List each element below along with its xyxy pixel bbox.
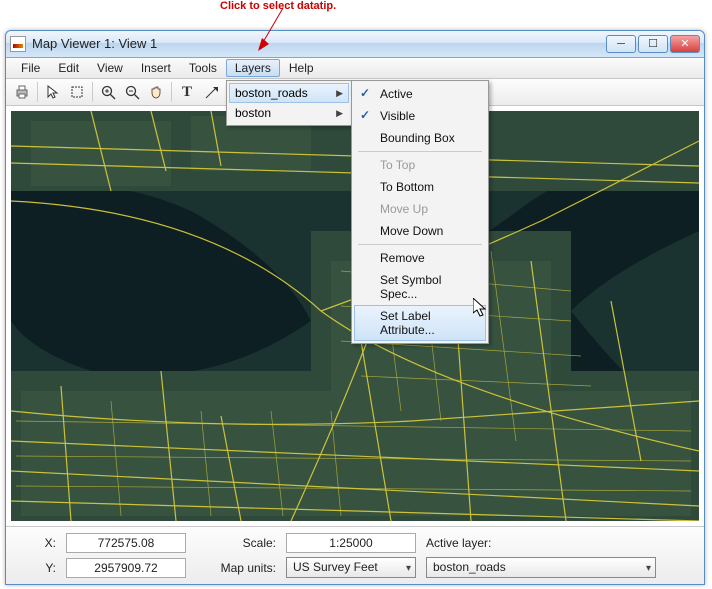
- ctx-set-symbol-spec[interactable]: Set Symbol Spec...: [354, 269, 486, 305]
- window-title: Map Viewer 1: View 1: [32, 36, 606, 51]
- menu-view[interactable]: View: [88, 59, 132, 77]
- check-icon: ✓: [360, 108, 370, 122]
- active-layer-select[interactable]: boston_roads: [426, 557, 656, 578]
- menu-tools[interactable]: Tools: [180, 59, 226, 77]
- y-value-field: 2957909.72: [66, 558, 186, 578]
- mouse-cursor-icon: [473, 298, 489, 318]
- insert-arrow-icon[interactable]: [200, 81, 222, 103]
- active-layer-label: Active layer:: [426, 536, 516, 550]
- ctx-set-label-attribute[interactable]: Set Label Attribute...: [354, 305, 486, 341]
- menu-edit[interactable]: Edit: [49, 59, 88, 77]
- ctx-to-bottom[interactable]: To Bottom: [354, 176, 486, 198]
- menu-insert[interactable]: Insert: [132, 59, 180, 77]
- minimize-button[interactable]: ─: [606, 35, 636, 53]
- menubar: File Edit View Insert Tools Layers Help: [6, 58, 704, 79]
- maximize-button[interactable]: ☐: [638, 35, 668, 53]
- ctx-bounding-box[interactable]: Bounding Box: [354, 127, 486, 149]
- layer-context-menu: ✓ Active ✓ Visible Bounding Box To Top T…: [351, 80, 489, 344]
- submenu-arrow-icon: ▶: [336, 88, 343, 99]
- zoom-out-icon[interactable]: [121, 81, 143, 103]
- x-label: X:: [26, 536, 56, 550]
- ctx-label: Active: [380, 87, 413, 101]
- ctx-remove[interactable]: Remove: [354, 247, 486, 269]
- pointer-icon[interactable]: [42, 81, 64, 103]
- toolbar-separator: [37, 82, 38, 102]
- menu-help[interactable]: Help: [280, 59, 323, 77]
- toolbar-separator: [171, 82, 172, 102]
- ctx-active[interactable]: ✓ Active: [354, 83, 486, 105]
- ctx-label: Remove: [380, 251, 425, 265]
- marquee-select-icon[interactable]: [66, 81, 88, 103]
- menu-layers[interactable]: Layers: [226, 59, 280, 77]
- ctx-label: Bounding Box: [380, 131, 455, 145]
- x-value-field: 772575.08: [66, 533, 186, 553]
- menu-separator: [358, 244, 482, 245]
- ctx-label: Move Down: [380, 224, 443, 238]
- ctx-label: Set Label Attribute...: [380, 309, 435, 337]
- app-icon: [10, 36, 26, 52]
- ctx-to-top: To Top: [354, 154, 486, 176]
- layers-submenu: boston_roads ▶ boston ▶: [226, 80, 352, 126]
- close-button[interactable]: ✕: [670, 35, 700, 53]
- ctx-move-down[interactable]: Move Down: [354, 220, 486, 242]
- ctx-label: Visible: [380, 109, 415, 123]
- titlebar[interactable]: Map Viewer 1: View 1 ─ ☐ ✕: [6, 31, 704, 58]
- submenu-arrow-icon: ▶: [336, 108, 343, 119]
- ctx-label: Move Up: [380, 202, 428, 216]
- submenu-item-label: boston: [235, 106, 271, 120]
- y-label: Y:: [26, 561, 56, 575]
- insert-text-icon[interactable]: T: [176, 81, 198, 103]
- scale-field[interactable]: 1:25000: [286, 533, 416, 553]
- scale-label: Scale:: [196, 536, 276, 550]
- pan-icon[interactable]: [145, 81, 167, 103]
- annotation-arrow: [258, 8, 288, 51]
- ctx-label: To Top: [380, 158, 415, 172]
- layers-submenu-item[interactable]: boston ▶: [229, 103, 349, 123]
- ctx-visible[interactable]: ✓ Visible: [354, 105, 486, 127]
- zoom-in-icon[interactable]: [97, 81, 119, 103]
- status-bar: X: 772575.08 Scale: 1:25000 Active layer…: [6, 526, 704, 584]
- submenu-item-label: boston_roads: [235, 86, 308, 100]
- menu-separator: [358, 151, 482, 152]
- toolbar-separator: [92, 82, 93, 102]
- layers-submenu-item[interactable]: boston_roads ▶: [229, 83, 349, 103]
- ctx-move-up: Move Up: [354, 198, 486, 220]
- print-icon[interactable]: [11, 81, 33, 103]
- check-icon: ✓: [360, 86, 370, 100]
- ctx-label: To Bottom: [380, 180, 434, 194]
- ctx-label: Set Symbol Spec...: [380, 273, 441, 301]
- map-units-select[interactable]: US Survey Feet: [286, 557, 416, 578]
- menu-file[interactable]: File: [12, 59, 49, 77]
- map-units-label: Map units:: [196, 561, 276, 575]
